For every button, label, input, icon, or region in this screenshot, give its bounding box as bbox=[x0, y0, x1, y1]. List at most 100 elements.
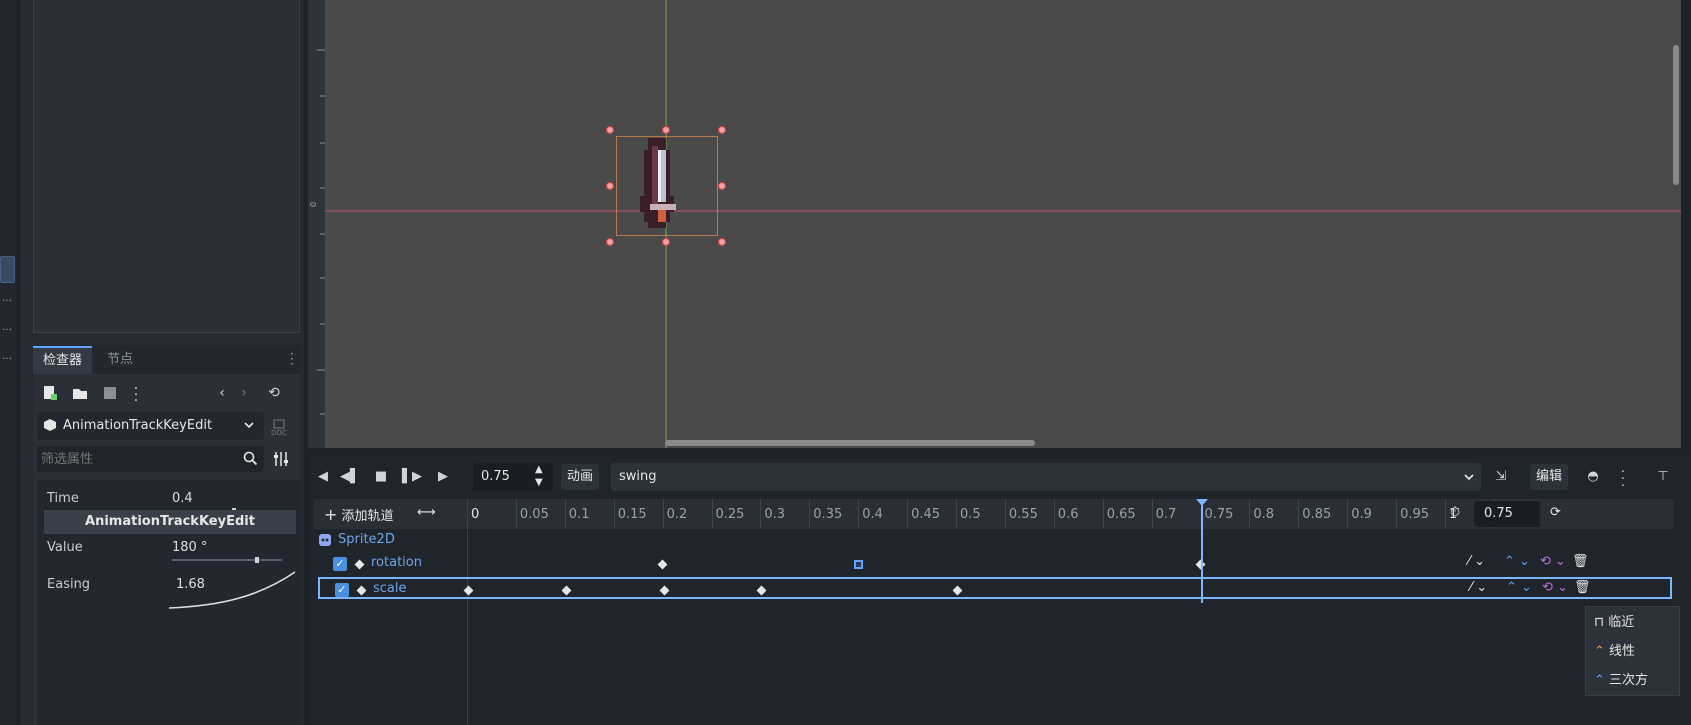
tab-node[interactable]: 节点 bbox=[97, 346, 143, 374]
track-row[interactable]: ✓ rotation ⁄ ⌄ ⌃ ⌄ ⟲ ⌄ 🗑 bbox=[318, 553, 1672, 575]
node-name[interactable]: Sprite2D bbox=[338, 532, 395, 547]
autoplay-icon[interactable]: ⇲ bbox=[1488, 464, 1514, 490]
more-icon[interactable]: … bbox=[2, 322, 12, 333]
stop-icon[interactable]: ■ bbox=[368, 464, 394, 490]
more-options-icon[interactable]: · · · bbox=[125, 382, 147, 408]
value-value[interactable]: 180 ° bbox=[172, 540, 207, 555]
menu-item-nearest[interactable]: ⊓ 临近 bbox=[1594, 609, 1634, 637]
keyframe[interactable] bbox=[561, 585, 572, 596]
object-select[interactable]: AnimationTrackKeyEdit bbox=[37, 412, 264, 440]
track-name[interactable]: scale bbox=[373, 581, 407, 596]
animation-menu-button[interactable]: 动画 bbox=[561, 464, 600, 490]
curve-mode-icon[interactable]: ⁄ ⌄ bbox=[1470, 580, 1487, 595]
track-enabled-checkbox[interactable]: ✓ bbox=[335, 583, 349, 597]
dock-selected-item[interactable] bbox=[0, 256, 15, 283]
onion-skin-icon[interactable]: ◓ bbox=[1580, 464, 1606, 490]
track-type-icon bbox=[354, 559, 365, 570]
tick-label: 0.3 bbox=[764, 507, 786, 522]
more-icon[interactable]: … bbox=[2, 351, 12, 362]
plus-icon: + bbox=[324, 505, 338, 524]
easing-curve[interactable] bbox=[167, 570, 297, 610]
edit-button[interactable]: 编辑 bbox=[1530, 464, 1569, 490]
time-value[interactable]: 0.4 bbox=[172, 491, 193, 506]
menu-item-nearest-label: 临近 bbox=[1608, 615, 1635, 630]
tools-icon[interactable] bbox=[273, 450, 289, 468]
scene-tree-panel bbox=[33, 0, 300, 333]
interpolation-icon[interactable]: ⌃ ⌄ bbox=[1506, 580, 1532, 595]
more-icon[interactable]: · · · bbox=[1610, 464, 1636, 493]
tick-line bbox=[1004, 499, 1006, 529]
tick-line bbox=[613, 499, 615, 529]
track-name[interactable]: rotation bbox=[371, 555, 422, 570]
tick-line bbox=[662, 499, 664, 529]
save-icon[interactable] bbox=[99, 382, 121, 404]
keyframe[interactable] bbox=[756, 585, 767, 596]
spinner-icon[interactable]: ▲ ▼ bbox=[535, 463, 543, 489]
time-label: Time bbox=[47, 491, 79, 506]
keyframe[interactable] bbox=[657, 559, 668, 570]
keyframe[interactable] bbox=[463, 585, 474, 596]
tick-line bbox=[1347, 499, 1349, 529]
menu-item-cubic[interactable]: ⌃ 三次方 bbox=[1594, 667, 1648, 695]
canvas-2d[interactable] bbox=[325, 0, 1681, 448]
add-track-button[interactable]: + 添加轨道 bbox=[324, 505, 394, 524]
tick-line bbox=[858, 499, 860, 529]
animation-select[interactable]: swing bbox=[611, 463, 1481, 491]
section-header: AnimationTrackKeyEdit bbox=[44, 510, 296, 534]
zoom-icon[interactable]: ⟷ bbox=[417, 505, 436, 520]
history-forward-icon[interactable]: › bbox=[233, 382, 255, 404]
timer-icon[interactable]: ⏱ bbox=[1450, 505, 1460, 520]
tick-line bbox=[1053, 499, 1055, 529]
menu-item-linear[interactable]: ⌃ 线性 bbox=[1594, 638, 1635, 666]
more-icon[interactable]: … bbox=[2, 293, 12, 304]
curve-mode-icon[interactable]: ⁄ ⌄ bbox=[1468, 554, 1485, 569]
filter-input[interactable] bbox=[41, 449, 231, 469]
tick-label: 0.2 bbox=[666, 507, 688, 522]
loop-icon[interactable]: ⟳ bbox=[1550, 505, 1561, 520]
loop-wrap-icon[interactable]: ⟲ ⌄ bbox=[1542, 580, 1568, 595]
tick-label: 0.65 bbox=[1106, 507, 1136, 522]
playhead[interactable] bbox=[1201, 500, 1203, 603]
value-slider[interactable] bbox=[172, 557, 282, 563]
new-resource-icon[interactable] bbox=[39, 382, 61, 404]
doc-icon[interactable]: DOC bbox=[271, 418, 287, 436]
chevron-down-icon bbox=[1463, 469, 1475, 485]
horizontal-scrollbar[interactable] bbox=[665, 440, 1035, 446]
search-icon bbox=[243, 451, 259, 467]
tick-label: 0.8 bbox=[1253, 507, 1275, 522]
keyframe[interactable] bbox=[952, 585, 963, 596]
keyframe[interactable] bbox=[659, 585, 670, 596]
interpolation-icon[interactable]: ⌃ ⌄ bbox=[1504, 554, 1530, 569]
tick-label: 0.5 bbox=[960, 507, 981, 522]
track-enabled-checkbox[interactable]: ✓ bbox=[333, 557, 347, 571]
length-spinbox[interactable]: 0.75 bbox=[1474, 501, 1540, 527]
loop-wrap-icon[interactable]: ⟲ ⌄ bbox=[1540, 554, 1566, 569]
history-icon[interactable]: ⟲ bbox=[263, 382, 285, 404]
play-icon[interactable]: ▶ bbox=[430, 464, 456, 490]
history-back-icon[interactable]: ‹ bbox=[211, 382, 233, 404]
tab-inspector[interactable]: 检查器 bbox=[33, 346, 93, 374]
play-from-start-icon[interactable]: ▌▶ bbox=[399, 464, 425, 490]
transform-handles[interactable] bbox=[604, 124, 730, 248]
left-dock-strip: … … … bbox=[0, 0, 18, 725]
keyframe[interactable] bbox=[854, 560, 864, 569]
track-row[interactable]: ✓ scale ⁄ ⌄ ⌃ ⌄ ⟲ ⌄ 🗑 bbox=[318, 577, 1672, 599]
filter-properties[interactable] bbox=[37, 446, 264, 472]
delete-track-icon[interactable]: 🗑 bbox=[1574, 580, 1591, 595]
delete-track-icon[interactable]: 🗑 bbox=[1572, 554, 1589, 569]
time-spinbox-value: 0.75 bbox=[481, 469, 510, 484]
ruler-zero-label: 0 bbox=[309, 201, 319, 208]
tick-label: 0.6 bbox=[1057, 507, 1079, 522]
tab-menu-icon[interactable]: · · · bbox=[290, 348, 294, 370]
play-backwards-icon[interactable]: ◀ bbox=[310, 464, 336, 490]
menu-item-cubic-label: 三次方 bbox=[1609, 673, 1649, 688]
play-backwards-from-end-icon[interactable]: ◀▌ bbox=[337, 464, 363, 490]
vertical-scrollbar[interactable] bbox=[1673, 45, 1679, 185]
playhead-marker[interactable] bbox=[1196, 499, 1208, 506]
pin-icon[interactable]: ⊤ bbox=[1650, 464, 1676, 490]
open-folder-icon[interactable] bbox=[69, 382, 91, 404]
tick-label: 0.45 bbox=[911, 507, 941, 522]
time-spinbox[interactable]: 0.75 ▲ ▼ bbox=[473, 463, 553, 491]
keyframe[interactable] bbox=[1195, 559, 1205, 570]
section-title: AnimationTrackKeyEdit bbox=[85, 514, 255, 529]
